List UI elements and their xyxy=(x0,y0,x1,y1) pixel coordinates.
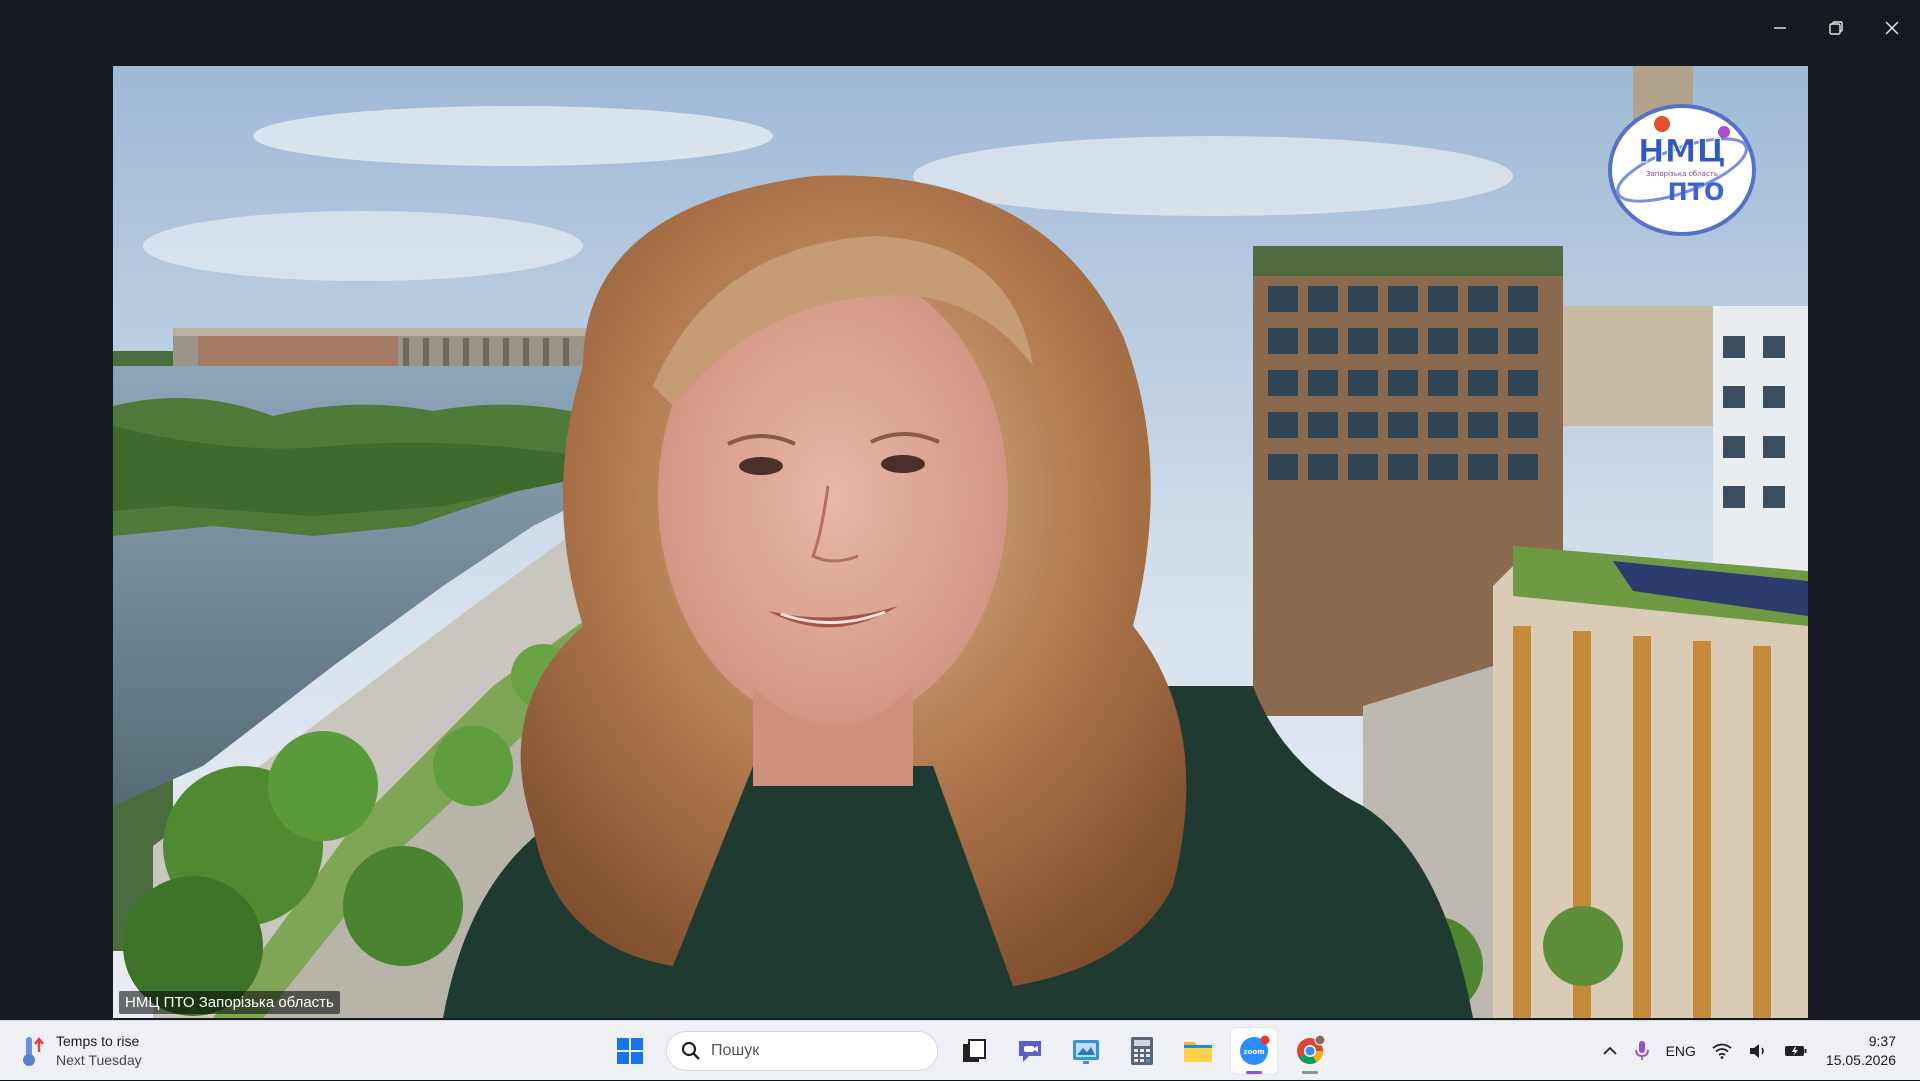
running-app-indicator xyxy=(1302,1071,1318,1074)
battery-button[interactable] xyxy=(1776,1021,1816,1081)
restore-button[interactable] xyxy=(1808,0,1864,56)
microphone-icon xyxy=(1634,1041,1649,1060)
file-explorer-button[interactable] xyxy=(1174,1027,1222,1075)
video-frame-image xyxy=(113,66,1808,1018)
task-view-button[interactable] xyxy=(950,1027,998,1075)
zoom-meeting-window: НМЦ ПТО Запорізька область НМЦ ПТО Запор… xyxy=(0,0,1920,1020)
clock-date: 15.05.2026 xyxy=(1825,1052,1896,1068)
participant-video-tile[interactable]: НМЦ ПТО Запорізька область НМЦ ПТО Запор… xyxy=(113,66,1808,1018)
search-input[interactable] xyxy=(711,1042,911,1060)
title-bar[interactable] xyxy=(0,0,1920,56)
microphone-button[interactable] xyxy=(1626,1021,1658,1081)
thermometer-icon xyxy=(23,1037,44,1066)
system-tray: ENG 9:37 15.05.2026 xyxy=(1594,1021,1920,1081)
window-controls xyxy=(1752,0,1920,56)
chrome-button[interactable] xyxy=(1286,1027,1334,1075)
logo-text-bottom: ПТО xyxy=(1668,178,1725,206)
chrome-icon xyxy=(1297,1035,1326,1065)
widgets-icon xyxy=(1073,1040,1099,1064)
clock[interactable]: 9:37 15.05.2026 xyxy=(1816,1021,1920,1081)
chevron-up-icon xyxy=(1602,1046,1617,1055)
logo-arc-text: Запорізька область xyxy=(1646,170,1718,178)
zoom-button[interactable]: zoom xyxy=(1230,1027,1278,1075)
minimize-icon xyxy=(1774,27,1786,29)
zoom-icon: zoom xyxy=(1240,1035,1270,1065)
chat-icon xyxy=(1019,1041,1041,1062)
show-hidden-icons-button[interactable] xyxy=(1594,1021,1626,1081)
weather-title: Temps to rise xyxy=(56,1033,140,1049)
chat-button[interactable] xyxy=(1006,1027,1054,1075)
windows-logo-icon xyxy=(617,1038,643,1064)
start-button[interactable] xyxy=(606,1027,654,1075)
wifi-icon xyxy=(1712,1043,1732,1059)
volume-button[interactable] xyxy=(1740,1021,1776,1081)
speaker-icon xyxy=(1749,1044,1764,1058)
taskbar-apps: zoom xyxy=(606,1027,1334,1075)
minimize-button[interactable] xyxy=(1752,0,1808,56)
network-button[interactable] xyxy=(1704,1021,1740,1081)
search-icon xyxy=(681,1041,700,1060)
clock-time: 9:37 xyxy=(1868,1033,1896,1049)
taskbar-search[interactable] xyxy=(666,1031,938,1071)
task-view-icon xyxy=(963,1039,986,1062)
battery-icon xyxy=(1784,1046,1807,1056)
close-icon xyxy=(1885,21,1899,35)
folder-icon xyxy=(1184,1042,1212,1062)
logo-text-top: НМЦ xyxy=(1638,132,1726,170)
language-indicator[interactable]: ENG xyxy=(1658,1021,1704,1081)
calculator-icon xyxy=(1131,1037,1153,1065)
close-button[interactable] xyxy=(1864,0,1920,56)
active-app-indicator xyxy=(1246,1071,1262,1074)
organization-logo: НМЦ ПТО Запорізька область xyxy=(1608,104,1756,236)
restore-icon xyxy=(1829,21,1843,35)
zoom-icon-label: zoom xyxy=(1244,1048,1265,1056)
windows-taskbar: Temps to rise Next Tuesday Пошук zoom EN… xyxy=(0,1020,1920,1080)
widgets-button[interactable] xyxy=(1062,1027,1110,1075)
participant-name-tag: НМЦ ПТО Запорізька область xyxy=(119,991,340,1014)
calculator-button[interactable] xyxy=(1118,1027,1166,1075)
weather-subtitle: Next Tuesday xyxy=(56,1052,142,1068)
weather-widget[interactable]: Temps to rise Next Tuesday xyxy=(20,1029,142,1073)
